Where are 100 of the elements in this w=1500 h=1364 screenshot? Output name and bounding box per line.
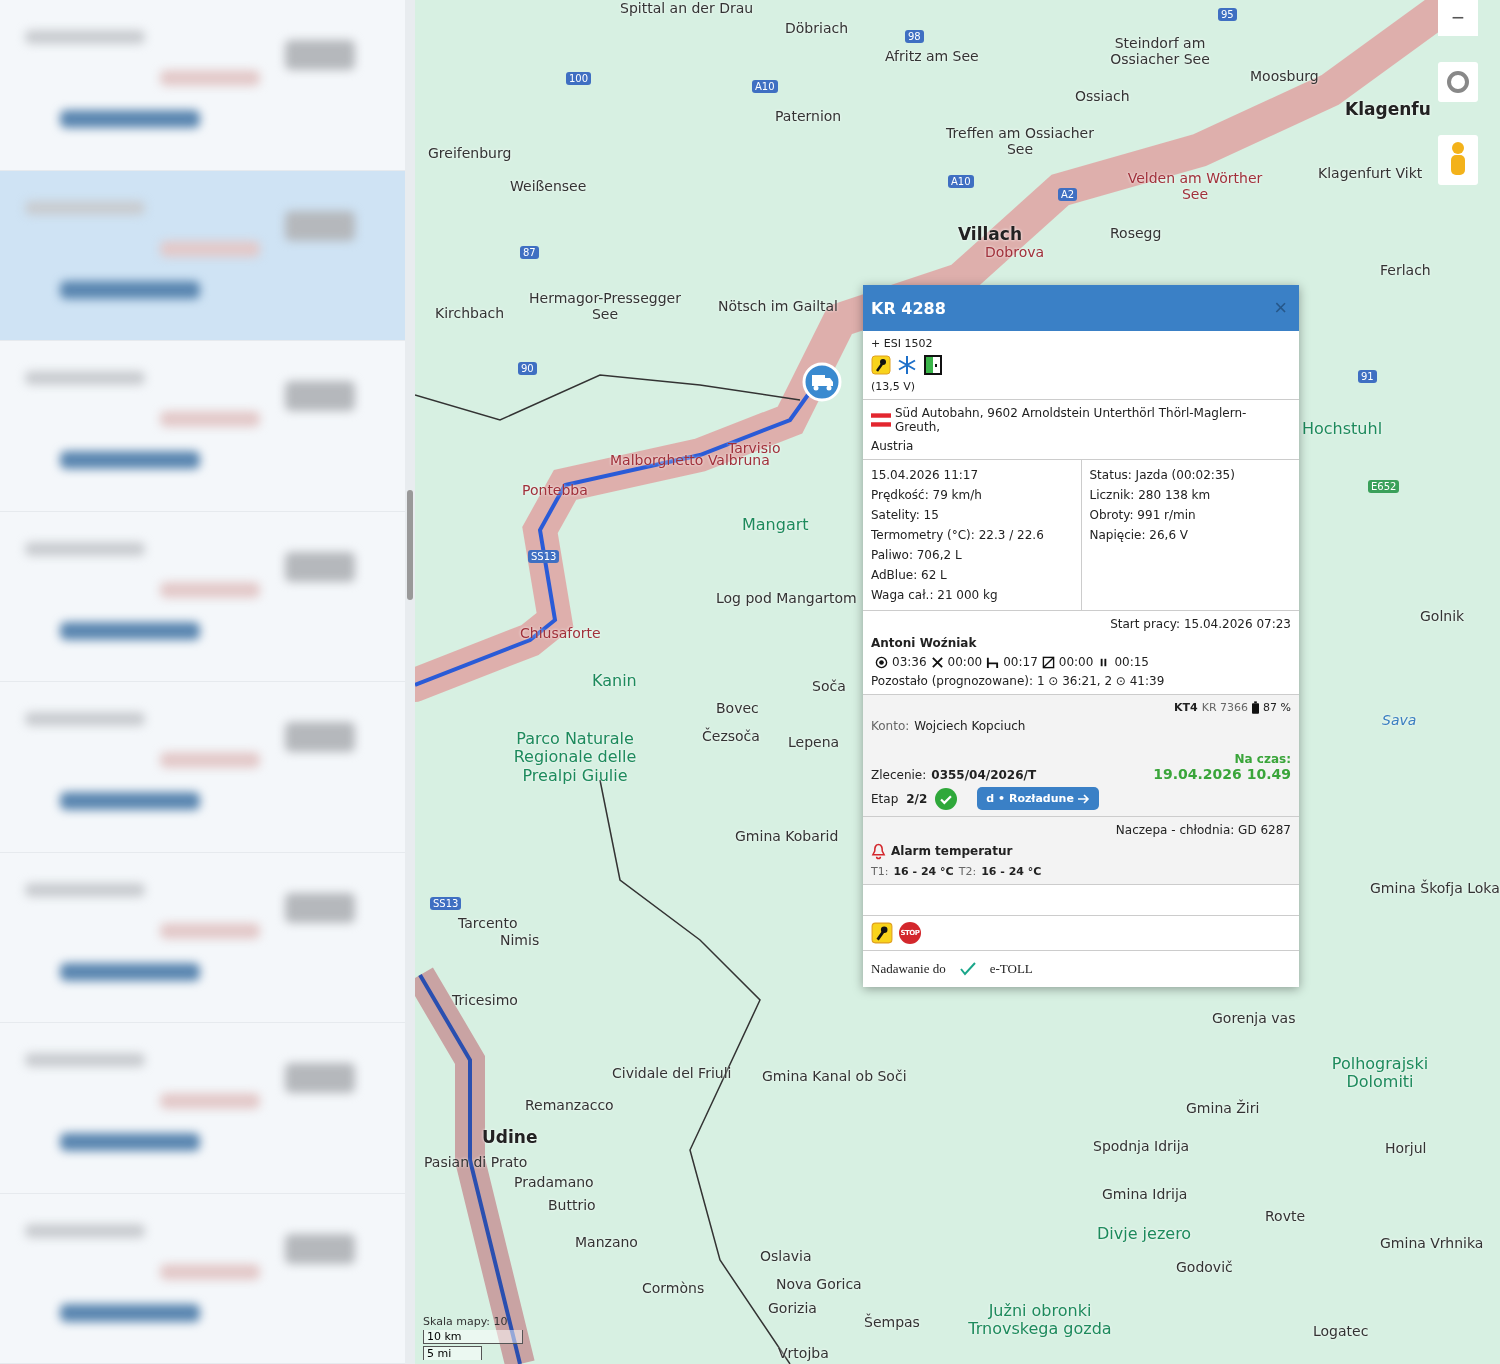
vehicle-stat: Licznik: 280 138 km [1089, 488, 1212, 502]
road-number: SS13 [430, 897, 462, 910]
place-label: Šempas [864, 1314, 920, 1331]
alarm-title: Alarm temperatur [891, 844, 1013, 858]
place-label: Afritz am See [885, 48, 979, 65]
zoom-out-button[interactable]: − [1438, 0, 1478, 36]
sensor-label: T2: [958, 865, 977, 878]
austria-flag-icon [871, 413, 891, 427]
road-number: 91 [1358, 370, 1377, 383]
place-label: Oslavia [760, 1248, 812, 1265]
place-label: Spodnja Idrija [1093, 1138, 1190, 1155]
place-label: Hochstuhl [1302, 420, 1383, 439]
unloading-button[interactable]: d • Rozładune [977, 787, 1099, 810]
on-time-label: Na czas: [1234, 752, 1291, 766]
vehicle-stat: Obroty: 991 r/min [1089, 508, 1197, 522]
place-label: Velden am Wörther See [1126, 170, 1264, 203]
place-label: Hermagor-Pressegger See [528, 290, 682, 323]
device-model: KT4 [1174, 701, 1198, 714]
place-label: Gmina Kobarid [735, 828, 839, 845]
map[interactable] [415, 0, 1500, 1364]
place-label: Tricesimo [452, 992, 518, 1009]
place-label: Paternion [775, 108, 842, 125]
place-label: Sava [1382, 712, 1417, 729]
country-text: Austria [871, 439, 915, 453]
place-label: Gorenja vas [1212, 1010, 1296, 1027]
bell-icon [871, 842, 886, 860]
place-label: Bovec [716, 700, 759, 717]
vehicle-stat: Termometry (°C): 22.3 / 22.6 [871, 528, 1045, 542]
place-label: Južni obronki Trnovskega gozda [967, 1302, 1113, 1339]
truck-marker-icon[interactable] [802, 362, 842, 402]
stage-number: 2/2 [906, 791, 928, 806]
place-label: Cormòns [642, 1280, 705, 1297]
place-label: Gorizia [768, 1300, 817, 1317]
road-number: 87 [520, 246, 539, 259]
place-label: Rovte [1265, 1208, 1306, 1225]
target-icon [875, 655, 888, 669]
time-value: 00:00 [1058, 655, 1094, 669]
order-label: Zlecenie: [871, 768, 927, 782]
road-number: A2 [1058, 188, 1078, 201]
vehicle-stat: Prędkość: 79 km/h [871, 488, 983, 502]
place-label: Divje jezero [1097, 1225, 1192, 1244]
snowflake-icon [897, 355, 917, 375]
place-label: Moosburg [1250, 68, 1319, 85]
place-label: Rosegg [1110, 225, 1162, 242]
place-label: Kanin [592, 672, 637, 691]
place-label: Godovič [1176, 1259, 1233, 1276]
place-label: Ossiach [1075, 88, 1130, 105]
place-label: Manzano [575, 1234, 638, 1251]
place-label: Udine [482, 1128, 538, 1148]
time-value: 00:17 [1003, 655, 1038, 669]
vehicle-stat: Satelity: 15 [871, 508, 940, 522]
trailer-type-text: Naczepa - chłodnia: GD 6287 [1115, 823, 1291, 837]
place-label: Treffen am Ossiacher See [945, 125, 1095, 158]
place-label: Weißensee [510, 178, 587, 195]
road-number: SS13 [528, 550, 560, 563]
sensor-label: T1: [871, 865, 889, 878]
driver-name: Antoni Woźniak [871, 636, 978, 650]
time-value: 03:36 [892, 655, 927, 669]
place-label: Steindorf am Ossiacher See [1109, 35, 1211, 68]
work-start-text: Start pracy: 15.04.2026 07:23 [1110, 617, 1291, 631]
address-text: Süd Autobahn, 9602 Arnoldstein Unterthörl Thörl-Maglern-Greuth, [895, 406, 1248, 434]
voltage-label: (13,5 V) [871, 380, 917, 393]
place-label: Logatec [1313, 1323, 1369, 1340]
etoll-label: e-TOLL [989, 961, 1033, 977]
vehicle-stat: AdBlue: 62 L [871, 568, 948, 582]
place-label: Golnik [1420, 608, 1465, 625]
road-number: E652 [1368, 480, 1400, 493]
door-icon [923, 355, 943, 375]
scale-bar: 5 mi [423, 1346, 483, 1360]
place-label: Greifenburg [428, 145, 512, 162]
sidebar-row[interactable] [0, 170, 405, 341]
road-number: 100 [566, 72, 592, 85]
pegman-icon[interactable] [1438, 135, 1478, 185]
key-icon [871, 355, 891, 375]
place-label: Gmina Idrija [1102, 1186, 1188, 1203]
battery-level: 87 % [1263, 701, 1291, 714]
vehicle-stat: Status: Jazda (00:02:35) [1089, 468, 1236, 482]
place-label: Spittal an der Drau [620, 0, 754, 17]
place-label: Pradamano [514, 1174, 594, 1191]
temperature-range: 16 - 24 °C [981, 865, 1042, 878]
key-icon [871, 922, 893, 944]
place-label: Döbriach [785, 20, 849, 37]
map-scale-caption: Skala mapy: 10 [423, 1315, 508, 1328]
vehicle-stat: Waga cał.: 21 000 kg [871, 588, 999, 602]
scrollbar[interactable] [407, 490, 413, 600]
road-number: 98 [905, 30, 924, 43]
road-number: 90 [518, 362, 537, 375]
place-label: Parco Naturale Regionale delle Prealpi Giulie [512, 730, 638, 786]
stage-label: Etap [871, 791, 899, 806]
place-label: Klagenfurt Vikt [1318, 165, 1423, 182]
road-number: A10 [948, 175, 974, 188]
place-label: Pasian di Prato [424, 1154, 528, 1171]
place-label: Mangart [742, 516, 809, 535]
device-plate: KR 7366 [1201, 701, 1249, 714]
place-label: Horjul [1385, 1140, 1427, 1157]
place-label: Nova Gorica [776, 1276, 862, 1293]
order-number: 0355/04/2026/T [931, 768, 1037, 782]
vehicle-stat: Napięcie: 26,6 V [1089, 528, 1190, 542]
account-name: Wojciech Kopciuch [914, 719, 1026, 733]
place-label: Villach [958, 225, 1022, 245]
